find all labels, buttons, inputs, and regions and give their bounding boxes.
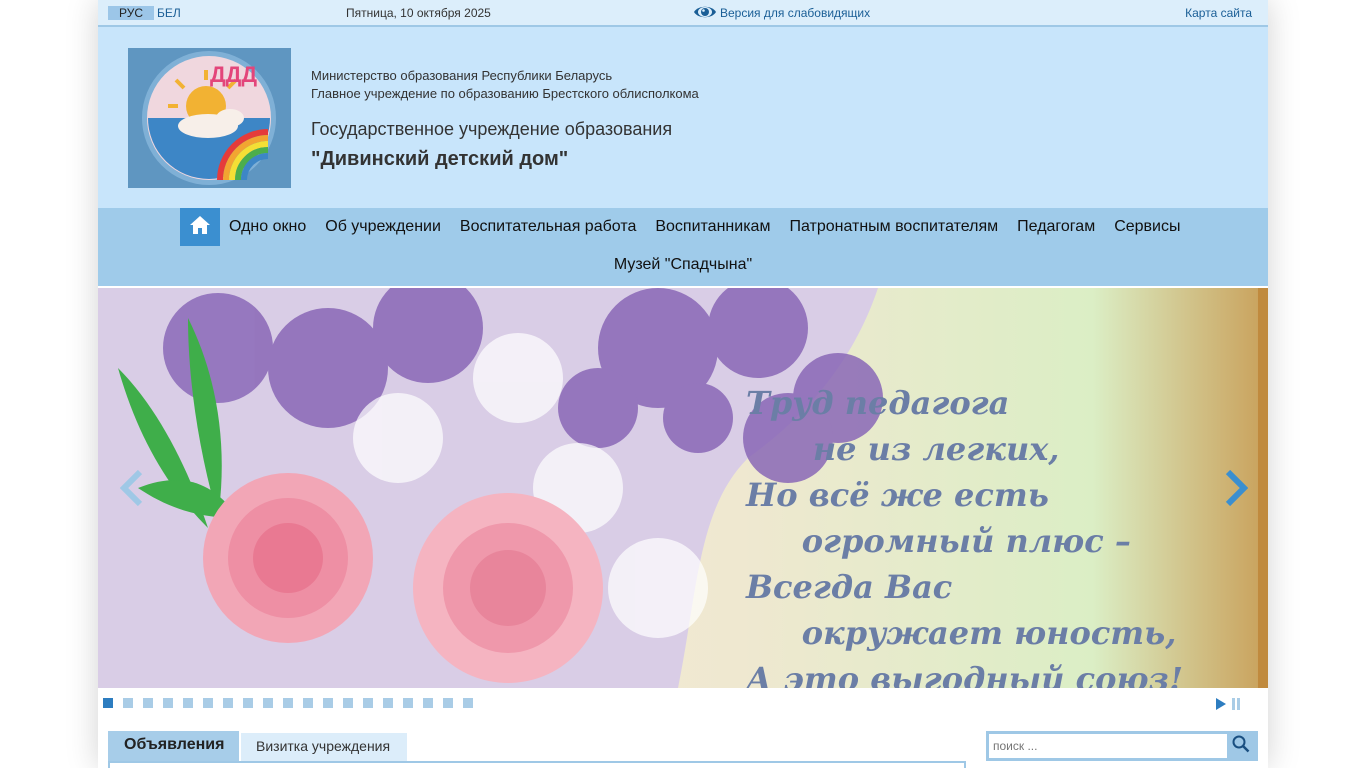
slider-dot[interactable] bbox=[403, 698, 413, 708]
slider-dot[interactable] bbox=[323, 698, 333, 708]
tab-panel bbox=[108, 761, 966, 768]
home-icon bbox=[189, 215, 211, 240]
slider-dot[interactable] bbox=[103, 698, 113, 708]
slider-dots bbox=[103, 698, 483, 708]
nav-item-teachers[interactable]: Педагогам bbox=[1017, 218, 1095, 236]
ministry-name: Министерство образования Республики Бела… bbox=[311, 68, 613, 83]
eye-icon bbox=[693, 3, 720, 24]
slider-dot[interactable] bbox=[343, 698, 353, 708]
page: РУС БЕЛ Пятница, 10 октября 2025 Версия … bbox=[98, 0, 1268, 768]
nav-item-pupils[interactable]: Воспитанникам bbox=[655, 218, 770, 236]
slider-dot[interactable] bbox=[443, 698, 453, 708]
slider-dot[interactable] bbox=[183, 698, 193, 708]
nav-row-1: Одно окно Об учреждении Воспитательная р… bbox=[229, 208, 1180, 246]
slider-dot[interactable] bbox=[223, 698, 233, 708]
play-icon[interactable] bbox=[1215, 697, 1227, 715]
slider-dot[interactable] bbox=[383, 698, 393, 708]
site-header: ДДД Министерство образования Республики … bbox=[98, 27, 1268, 208]
tab-announcements[interactable]: Объявления bbox=[108, 731, 239, 761]
slider-dot[interactable] bbox=[203, 698, 213, 708]
tab-institution-card[interactable]: Визитка учреждения bbox=[241, 733, 407, 761]
slider-dot[interactable] bbox=[423, 698, 433, 708]
slider-dot[interactable] bbox=[263, 698, 273, 708]
search-button[interactable] bbox=[1227, 734, 1255, 758]
home-button[interactable] bbox=[180, 208, 220, 246]
low-vision-link[interactable]: Версия для слабовидящих bbox=[693, 3, 870, 23]
lang-be-link[interactable]: БЕЛ bbox=[157, 6, 181, 20]
logo[interactable]: ДДД bbox=[128, 48, 291, 188]
slider-dot[interactable] bbox=[363, 698, 373, 708]
search-box bbox=[986, 731, 1258, 761]
current-date: Пятница, 10 октября 2025 bbox=[346, 6, 491, 20]
sitemap-link[interactable]: Карта сайта bbox=[1185, 6, 1252, 20]
slider-dot[interactable] bbox=[303, 698, 313, 708]
main-nav: Одно окно Об учреждении Воспитательная р… bbox=[98, 208, 1268, 286]
slider-dot[interactable] bbox=[143, 698, 153, 708]
header-text: Министерство образования Республики Бела… bbox=[311, 67, 699, 171]
slider-playback-controls bbox=[1215, 697, 1241, 715]
institution-type: Государственное учреждение образования bbox=[311, 119, 673, 139]
nav-item-services[interactable]: Сервисы bbox=[1114, 218, 1180, 236]
slider-dot[interactable] bbox=[123, 698, 133, 708]
nav-item-museum[interactable]: Музей "Спадчына" bbox=[614, 256, 752, 274]
slider-next-button[interactable] bbox=[1224, 469, 1249, 511]
chevron-right-icon bbox=[1225, 469, 1249, 507]
top-bar: РУС БЕЛ Пятница, 10 октября 2025 Версия … bbox=[98, 0, 1268, 27]
search-icon bbox=[1232, 735, 1250, 758]
department-name: Главное учреждение по образованию Брестс… bbox=[311, 86, 699, 101]
image-slider[interactable]: Труд педагога не из легких, Но всё же ес… bbox=[98, 288, 1268, 688]
slider-dot[interactable] bbox=[163, 698, 173, 708]
nav-row-2: Музей "Спадчына" bbox=[98, 246, 1268, 284]
nav-item-foster-carers[interactable]: Патронатным воспитателям bbox=[789, 218, 998, 236]
slider-dot[interactable] bbox=[463, 698, 473, 708]
pause-icon[interactable] bbox=[1231, 697, 1241, 715]
slider-dot[interactable] bbox=[243, 698, 253, 708]
slide-caption: Труд педагога не из легких, Но всё же ес… bbox=[746, 384, 1183, 688]
chevron-left-icon bbox=[119, 469, 143, 507]
institution-name: "Дивинский детский дом" bbox=[311, 148, 569, 170]
low-vision-label: Версия для слабовидящих bbox=[720, 6, 871, 20]
logo-letters: ДДД bbox=[210, 62, 257, 87]
nav-item-one-window[interactable]: Одно окно bbox=[229, 218, 306, 236]
nav-item-about[interactable]: Об учреждении bbox=[325, 218, 441, 236]
slider-dot[interactable] bbox=[283, 698, 293, 708]
slider-prev-button[interactable] bbox=[119, 469, 144, 511]
nav-item-education-work[interactable]: Воспитательная работа bbox=[460, 218, 636, 236]
search-input[interactable] bbox=[989, 734, 1227, 758]
lang-ru-button[interactable]: РУС bbox=[108, 6, 154, 20]
